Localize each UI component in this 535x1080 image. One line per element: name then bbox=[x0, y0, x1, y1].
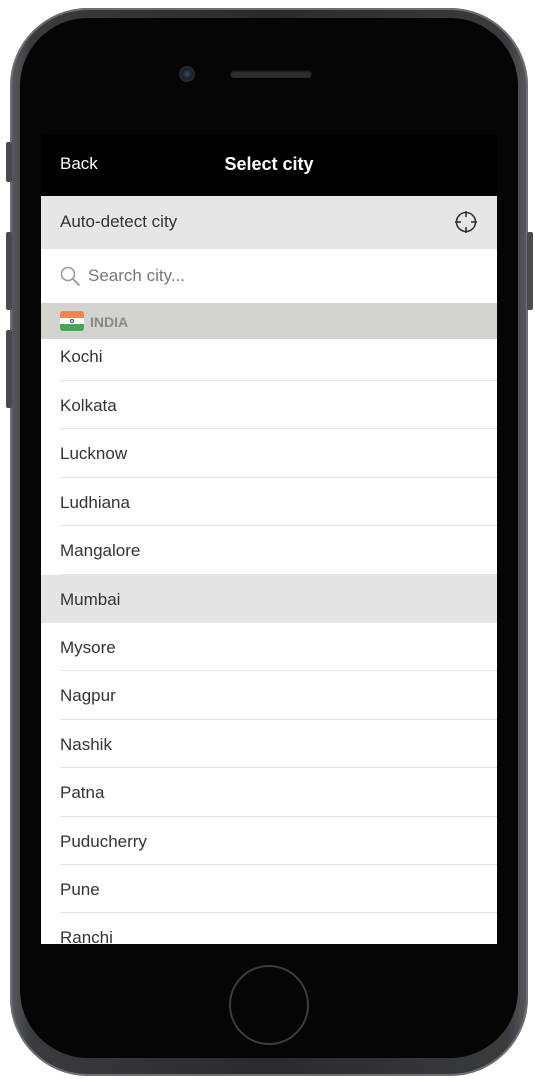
auto-detect-city-row[interactable]: Auto-detect city bbox=[41, 196, 497, 249]
home-button[interactable] bbox=[229, 965, 309, 1045]
auto-detect-label: Auto-detect city bbox=[60, 212, 178, 231]
power-button bbox=[527, 232, 533, 310]
city-item[interactable]: Lucknow bbox=[41, 429, 497, 479]
city-name: Nashik bbox=[60, 734, 112, 754]
search-bar bbox=[41, 249, 497, 303]
city-name: Ranchi bbox=[60, 928, 113, 944]
city-name: Mangalore bbox=[60, 541, 141, 561]
city-name: Patna bbox=[60, 783, 105, 803]
page-title: Select city bbox=[224, 154, 314, 174]
city-name: Kochi bbox=[60, 347, 103, 366]
city-list: Kochi Kolkata Lucknow Ludhiana Mangalore… bbox=[41, 339, 497, 944]
india-flag-icon bbox=[60, 311, 84, 331]
search-icon bbox=[60, 266, 80, 286]
city-item[interactable]: Ranchi bbox=[41, 913, 497, 944]
city-name: Pune bbox=[60, 879, 100, 899]
search-input[interactable] bbox=[88, 261, 478, 291]
city-item[interactable]: Kolkata bbox=[41, 381, 497, 430]
city-item-selected[interactable]: Mumbai bbox=[41, 574, 497, 623]
city-item[interactable]: Kochi bbox=[41, 339, 497, 381]
volume-down-button bbox=[6, 330, 12, 408]
mute-switch bbox=[6, 142, 12, 182]
city-name: Kolkata bbox=[60, 396, 117, 415]
app-screen: Back Select city Auto-detect city INDIA … bbox=[41, 134, 497, 944]
country-label: INDIA bbox=[90, 314, 129, 330]
city-item[interactable]: Patna bbox=[41, 768, 497, 817]
city-item[interactable]: Ludhiana bbox=[41, 477, 497, 527]
city-item[interactable]: Pune bbox=[41, 864, 497, 914]
city-name: Mumbai bbox=[60, 589, 121, 609]
volume-up-button bbox=[6, 232, 12, 310]
city-item[interactable]: Nagpur bbox=[41, 671, 497, 721]
city-name: Lucknow bbox=[60, 444, 128, 464]
city-item[interactable]: Mysore bbox=[41, 622, 497, 672]
city-item[interactable]: Puducherry bbox=[41, 816, 497, 866]
city-item[interactable]: Mangalore bbox=[41, 526, 497, 575]
city-name: Nagpur bbox=[60, 686, 116, 706]
earpiece-speaker bbox=[230, 70, 312, 78]
city-name: Mysore bbox=[60, 637, 116, 657]
city-name: Puducherry bbox=[60, 831, 147, 851]
navigation-bar: Back Select city bbox=[41, 134, 497, 196]
front-camera bbox=[179, 66, 195, 82]
country-section-header: INDIA bbox=[41, 303, 497, 339]
city-name: Ludhiana bbox=[60, 492, 130, 512]
crosshair-target-icon[interactable] bbox=[454, 210, 478, 234]
city-item[interactable]: Nashik bbox=[41, 719, 497, 769]
